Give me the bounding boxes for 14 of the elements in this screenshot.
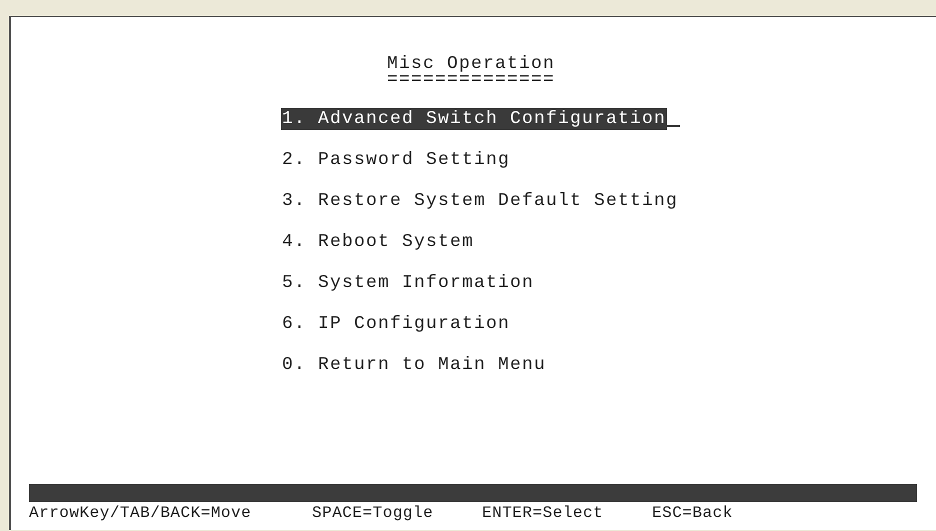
menu-item[interactable]: 0. Return to Main Menu xyxy=(281,354,548,376)
menu-item[interactable]: 5. System Information xyxy=(281,272,536,294)
menu-item[interactable]: 3. Restore System Default Setting xyxy=(281,190,680,212)
key-hint: ArrowKey/TAB/BACK=Move xyxy=(29,503,252,524)
key-hint: ESC=Back xyxy=(652,503,734,524)
key-hint: SPACE=Toggle xyxy=(312,503,434,524)
menu-item[interactable]: 1. Advanced Switch Configuration xyxy=(281,108,668,130)
menu-item[interactable]: 4. Reboot System xyxy=(281,231,476,253)
menu-item[interactable]: 6. IP Configuration xyxy=(281,313,512,335)
menu-item[interactable]: 2. Password Setting xyxy=(281,149,512,171)
key-hint: ENTER=Select xyxy=(482,503,604,524)
title-underline: ============== xyxy=(387,74,556,86)
text-cursor xyxy=(667,125,680,127)
screen-title: Misc Operation xyxy=(387,54,556,74)
